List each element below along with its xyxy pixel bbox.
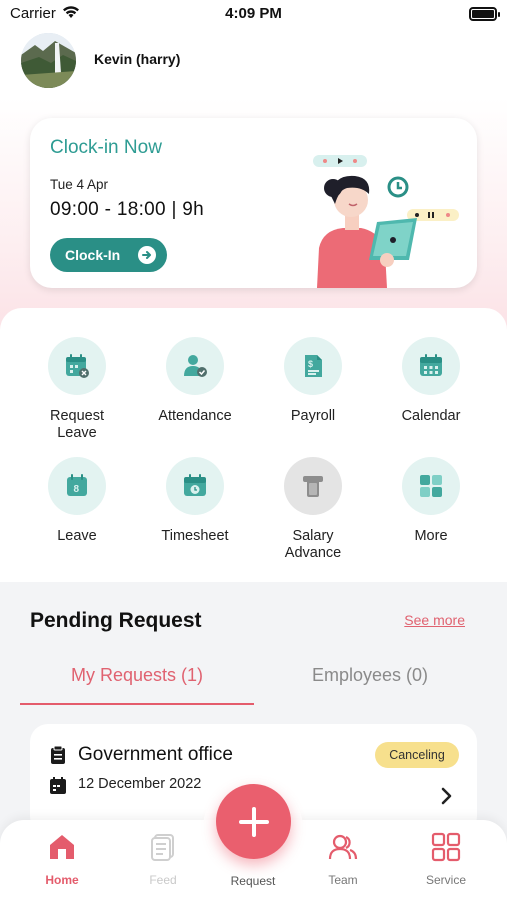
feed-icon bbox=[151, 834, 174, 861]
nav-request-label[interactable]: Request bbox=[213, 874, 293, 888]
menu-item-leave[interactable]: 8 Leave bbox=[22, 457, 132, 545]
more-icon bbox=[402, 457, 460, 515]
request-title: Government office bbox=[78, 744, 233, 765]
menu-item-request-leave[interactable]: Request Leave bbox=[22, 337, 132, 442]
menu-label-payroll: Payroll bbox=[290, 408, 336, 424]
svg-text:$: $ bbox=[308, 359, 313, 369]
menu-item-calendar[interactable]: Calendar bbox=[376, 337, 486, 425]
clock-in-illustration bbox=[313, 155, 459, 288]
clock-card-hours: 09:00 - 18:00 | 9h bbox=[50, 199, 205, 220]
plus-icon bbox=[238, 806, 269, 837]
menu-label-leave: Leave bbox=[57, 528, 97, 544]
tab-employees[interactable]: Employees (0) bbox=[270, 665, 470, 686]
see-more-link[interactable]: See more bbox=[404, 612, 465, 628]
calendar-small-icon bbox=[50, 777, 66, 794]
leave-icon: 8 bbox=[48, 457, 106, 515]
menu-label-more: More bbox=[414, 528, 448, 544]
arrow-right-icon bbox=[138, 246, 156, 264]
clipboard-icon bbox=[51, 745, 65, 764]
menu-item-more[interactable]: More bbox=[376, 457, 486, 545]
timesheet-icon bbox=[166, 457, 224, 515]
nav-team-label: Team bbox=[328, 873, 358, 887]
request-date: 12 December 2022 bbox=[78, 776, 202, 792]
clock-in-button[interactable]: Clock-In bbox=[50, 238, 167, 272]
clock-card-date: Tue 4 Apr bbox=[50, 177, 109, 192]
request-leave-icon bbox=[48, 337, 106, 395]
nav-home[interactable]: Home bbox=[22, 832, 102, 887]
status-bar: Carrier 4:09 PM bbox=[0, 0, 507, 30]
svg-text:8: 8 bbox=[74, 484, 80, 495]
battery-icon bbox=[469, 7, 500, 21]
chevron-right-icon[interactable] bbox=[440, 786, 454, 806]
nav-service-label: Service bbox=[425, 873, 466, 887]
menu-label-calendar: Calendar bbox=[401, 408, 461, 424]
menu-label-attendance: Attendance bbox=[158, 408, 232, 424]
calendar-icon bbox=[402, 337, 460, 395]
clock-in-button-label: Clock-In bbox=[65, 247, 121, 263]
clock-card-title: Clock-in Now bbox=[50, 137, 162, 158]
request-fab-button[interactable] bbox=[216, 784, 291, 859]
menu-item-payroll[interactable]: $ Payroll bbox=[258, 337, 368, 425]
menu-item-timesheet[interactable]: Timesheet bbox=[140, 457, 250, 545]
avatar[interactable] bbox=[21, 33, 76, 88]
payroll-icon: $ bbox=[284, 337, 342, 395]
nav-team[interactable]: Team bbox=[303, 832, 383, 887]
team-icon bbox=[328, 834, 358, 860]
service-icon bbox=[431, 832, 461, 862]
tab-my-requests[interactable]: My Requests (1) bbox=[20, 665, 254, 686]
active-tab-indicator bbox=[20, 703, 254, 705]
menu-label-salary-advance: Salary Advance bbox=[284, 528, 342, 561]
avatar-image bbox=[21, 33, 76, 88]
nav-feed-label: Feed bbox=[149, 873, 177, 887]
attendance-icon bbox=[166, 337, 224, 395]
user-name: Kevin (harry) bbox=[94, 51, 181, 67]
menu-label-timesheet: Timesheet bbox=[161, 528, 229, 544]
menu-label-request-leave: Request Leave bbox=[49, 408, 104, 441]
status-time: 4:09 PM bbox=[225, 5, 282, 22]
salary-advance-icon bbox=[284, 457, 342, 515]
home-icon bbox=[50, 835, 74, 859]
status-badge: Canceling bbox=[375, 742, 459, 768]
pending-title: Pending Request bbox=[30, 609, 202, 632]
clock-in-card: Clock-in Now Tue 4 Apr 09:00 - 18:00 | 9… bbox=[30, 118, 477, 288]
menu-item-salary-advance[interactable]: Salary Advance bbox=[258, 457, 368, 562]
nav-feed[interactable]: Feed bbox=[123, 832, 203, 887]
menu-item-attendance[interactable]: Attendance bbox=[140, 337, 250, 425]
nav-home-label: Home bbox=[45, 873, 79, 887]
nav-service[interactable]: Service bbox=[406, 832, 486, 887]
